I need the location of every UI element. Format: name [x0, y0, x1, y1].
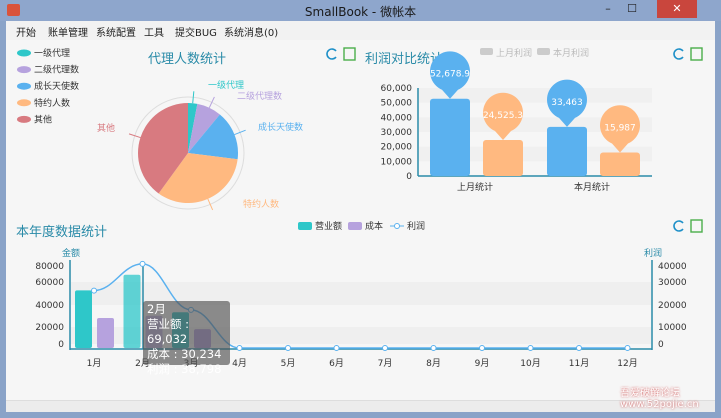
bar[interactable] — [97, 318, 114, 348]
left-tick-label: 40000 — [35, 301, 64, 311]
pie-label: 成长天使数 — [258, 121, 303, 133]
legend-swatch — [17, 82, 31, 90]
pie-legend-item: 特约人数 — [34, 97, 70, 109]
annual-legend-item: 利润 — [407, 220, 425, 232]
left-tick-label: 20000 — [35, 323, 64, 333]
save-icon[interactable] — [690, 219, 703, 233]
pie-legend-item: 二级代理数 — [34, 64, 79, 76]
left-tick-label: 80000 — [35, 262, 64, 272]
y-tick-label: 50,000 — [381, 99, 413, 109]
x-tick-label: 4月 — [232, 358, 247, 369]
bar[interactable] — [123, 274, 141, 348]
bar-data-label: 52,678.9 — [430, 70, 470, 80]
legend-swatch — [480, 48, 493, 55]
x-tick-label: 1月 — [87, 358, 102, 369]
left-tick-label: 0 — [58, 340, 64, 350]
annual-legend-item: 营业额 — [315, 220, 342, 232]
right-tick-label: 20000 — [658, 301, 687, 311]
x-tick-label: 9月 — [475, 358, 490, 369]
pie-label-line — [234, 129, 246, 136]
charts-canvas: 代理人数统计一级代理二级代理数成长天使数特约人数其他一级代理二级代理数成长天使数… — [16, 47, 703, 369]
line-point[interactable] — [576, 345, 582, 351]
y-tick-label: 60,000 — [381, 84, 413, 94]
bar[interactable] — [600, 152, 640, 176]
right-tick-label: 30000 — [658, 278, 687, 288]
x-tick-label: 本月统计 — [574, 181, 610, 193]
legend-swatch — [17, 99, 31, 107]
pie-label: 其他 — [97, 122, 115, 134]
x-tick-label: 8月 — [426, 358, 441, 369]
refresh-icon[interactable] — [326, 48, 337, 60]
legend-swatch — [537, 48, 550, 55]
bar-data-label: 15,987 — [604, 124, 636, 134]
y-tick-label: 20,000 — [381, 143, 413, 153]
left-tick-label: 60000 — [35, 278, 64, 288]
profit-legend-item: 上月利润 — [496, 47, 532, 59]
legend-swatch — [17, 66, 31, 74]
y-tick-label: 30,000 — [381, 128, 413, 138]
legend-swatch — [17, 49, 31, 57]
pie-label: 二级代理数 — [237, 90, 282, 102]
tooltip-revenue: 营业额 : 69,032 — [147, 317, 190, 346]
watermark: 吾爱破解论坛 www.52pojie.cn — [620, 388, 699, 410]
y-tick-label: 40,000 — [381, 113, 413, 123]
legend-swatch — [17, 115, 31, 123]
line-point[interactable] — [479, 345, 485, 351]
right-tick-label: 0 — [658, 340, 664, 350]
save-icon[interactable] — [343, 47, 356, 61]
x-tick-label: 上月统计 — [457, 181, 493, 193]
line-point[interactable] — [527, 345, 534, 351]
pie-label-line — [207, 198, 214, 211]
pie-label: 特约人数 — [243, 198, 279, 210]
x-tick-label: 11月 — [569, 358, 589, 369]
bar[interactable] — [483, 140, 523, 176]
pie-legend-item: 一级代理 — [34, 47, 70, 59]
refresh-icon[interactable] — [673, 48, 684, 60]
line-point[interactable] — [139, 260, 146, 267]
line-point[interactable] — [382, 345, 388, 351]
line-point[interactable] — [91, 287, 97, 294]
profit-legend-item: 本月利润 — [553, 47, 589, 59]
pie-label-line — [208, 96, 215, 108]
pie-label: 一级代理 — [208, 79, 244, 91]
chart-tooltip: 2月 营业额 : 69,032 成本 : 30,234 利润 : 38,798 — [143, 301, 230, 376]
right-tick-label: 40000 — [658, 262, 687, 272]
x-tick-label: 6月 — [329, 358, 344, 369]
annual-title: 本年度数据统计 — [16, 224, 107, 240]
x-tick-label: 12月 — [617, 358, 637, 369]
tooltip-title: 2月 — [147, 302, 166, 316]
bar-data-label: 24,525.3 — [483, 111, 523, 121]
legend-swatch — [348, 222, 362, 230]
pie-legend-item: 其他 — [34, 113, 52, 125]
pie-label-line — [192, 91, 195, 104]
y-tick-label: 0 — [406, 172, 412, 182]
bar[interactable] — [75, 290, 92, 348]
y-tick-label: 10,000 — [381, 157, 413, 167]
tooltip-cost: 成本 : 30,234 — [147, 347, 222, 361]
right-tick-label: 10000 — [658, 323, 687, 333]
x-tick-label: 10月 — [520, 358, 540, 369]
legend-swatch — [298, 222, 312, 230]
left-axis-name: 金额 — [62, 247, 80, 259]
legend-swatch — [394, 223, 400, 229]
pie-title: 代理人数统计 — [148, 52, 226, 67]
x-tick-label: 7月 — [378, 358, 393, 369]
bar[interactable] — [547, 126, 587, 176]
pie-legend-item: 成长天使数 — [34, 80, 79, 92]
line-point[interactable] — [285, 345, 291, 351]
save-icon[interactable] — [690, 47, 703, 61]
bar[interactable] — [430, 98, 470, 176]
annual-legend-item: 成本 — [365, 220, 383, 232]
line-point[interactable] — [333, 345, 340, 351]
right-axis-name: 利润 — [644, 247, 662, 259]
line-point[interactable] — [430, 345, 437, 351]
line-point[interactable] — [624, 345, 631, 351]
tooltip-profit: 利润 : 38,798 — [147, 362, 222, 376]
x-tick-label: 5月 — [281, 358, 296, 369]
bar-data-label: 33,463 — [551, 98, 583, 108]
line-point[interactable] — [236, 345, 243, 351]
refresh-icon[interactable] — [673, 220, 684, 232]
